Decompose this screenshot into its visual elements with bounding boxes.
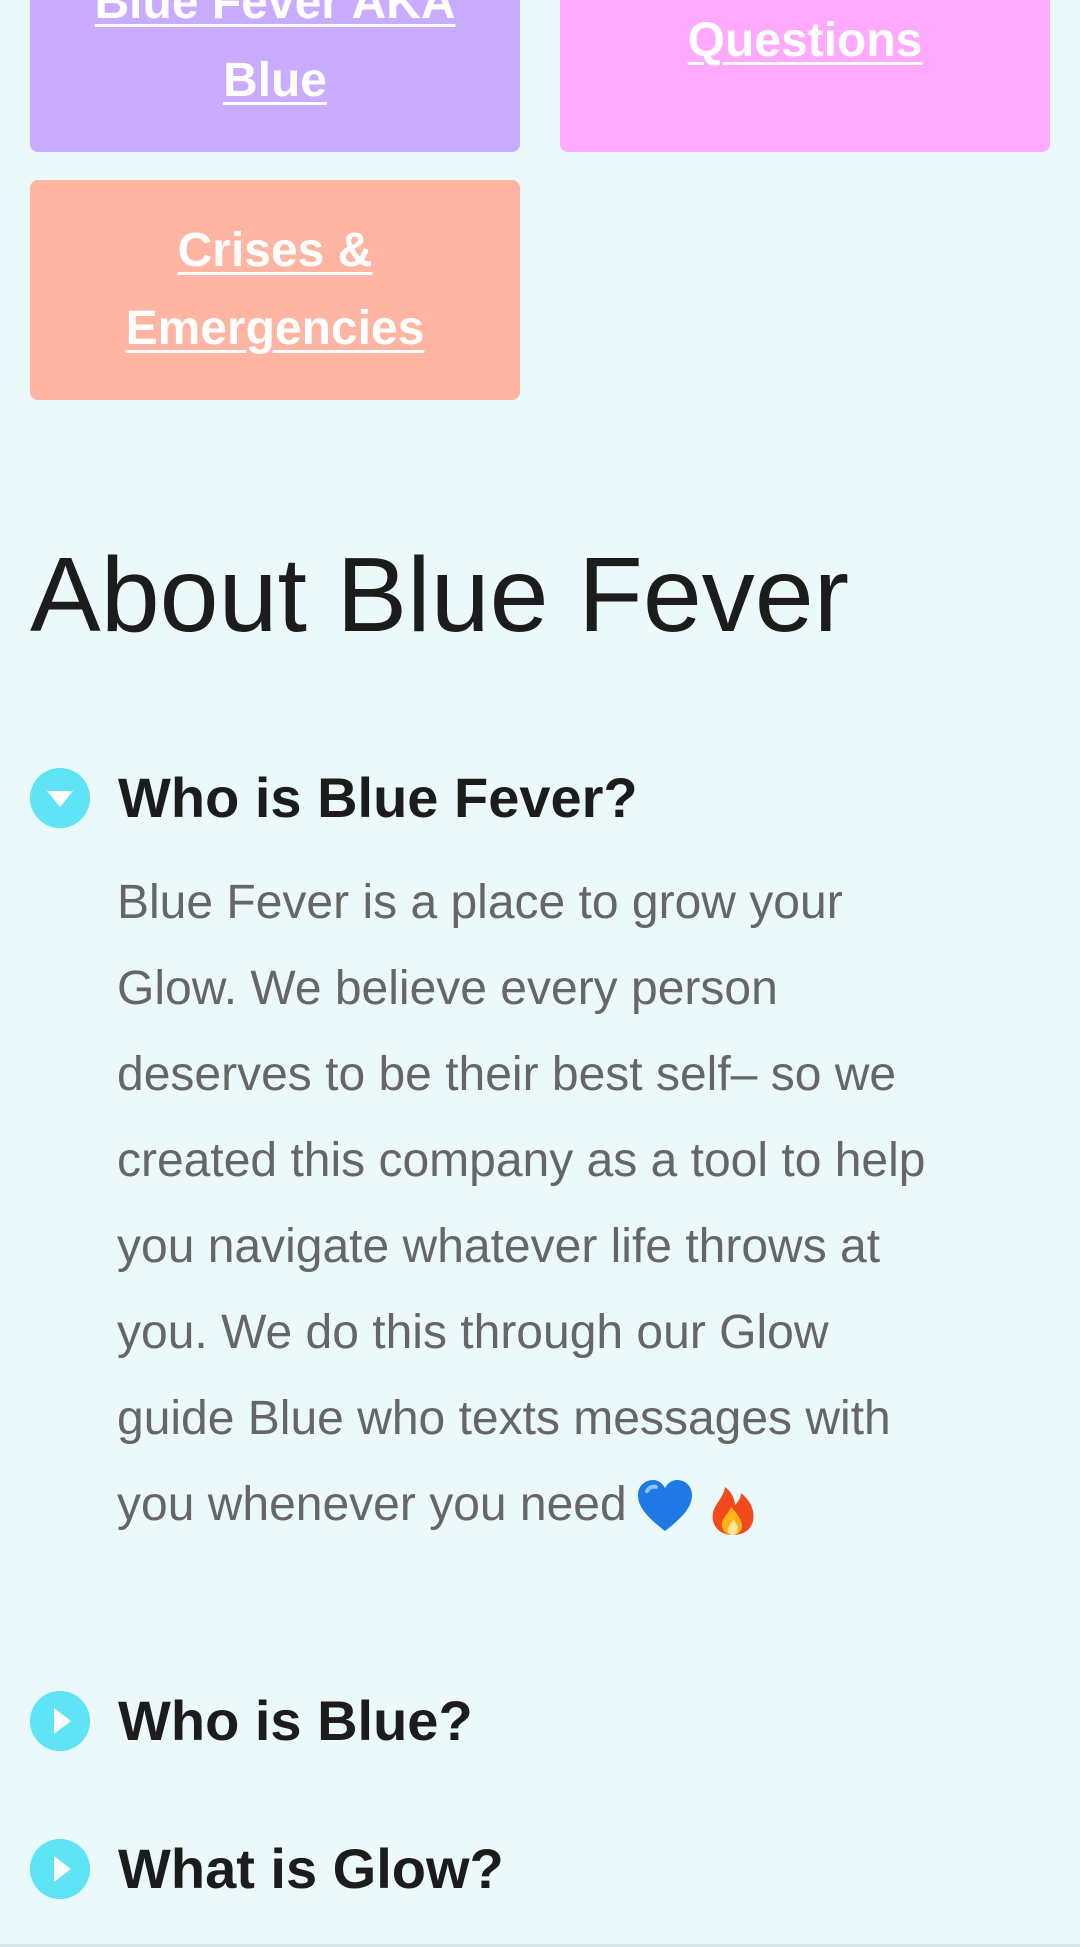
category-link-blue[interactable]: Blue Fever AKA Blue: [70, 0, 480, 120]
category-card-questions: Questions: [560, 0, 1050, 152]
faq-question: Who is Blue Fever?: [118, 766, 638, 829]
faq-item-who-is-blue[interactable]: Who is Blue?: [30, 1688, 473, 1753]
category-link-questions[interactable]: Questions: [688, 2, 923, 80]
faq-answer: Blue Fever is a place to grow your Glow.…: [117, 860, 947, 1548]
category-card-crises: Crises & Emergencies: [30, 180, 520, 400]
faq-item-who-is-blue-fever[interactable]: Who is Blue Fever?: [30, 765, 638, 830]
chevron-right-icon: [30, 1690, 90, 1751]
faq-question: Who is Blue?: [118, 1689, 473, 1752]
chevron-right-icon: [30, 1838, 90, 1899]
fire-icon: [712, 1487, 754, 1536]
about-heading: About Blue Fever: [30, 536, 850, 654]
chevron-down-icon: [30, 767, 90, 828]
faq-item-what-is-glow[interactable]: What is Glow?: [30, 1836, 504, 1901]
category-link-crises[interactable]: Crises & Emergencies: [70, 212, 480, 368]
category-card-blue: Blue Fever AKA Blue: [30, 0, 520, 152]
faq-question: What is Glow?: [118, 1837, 504, 1900]
blue-heart-icon: [637, 1480, 692, 1532]
faq-answer-text: Blue Fever is a place to grow your Glow.…: [117, 876, 926, 1531]
